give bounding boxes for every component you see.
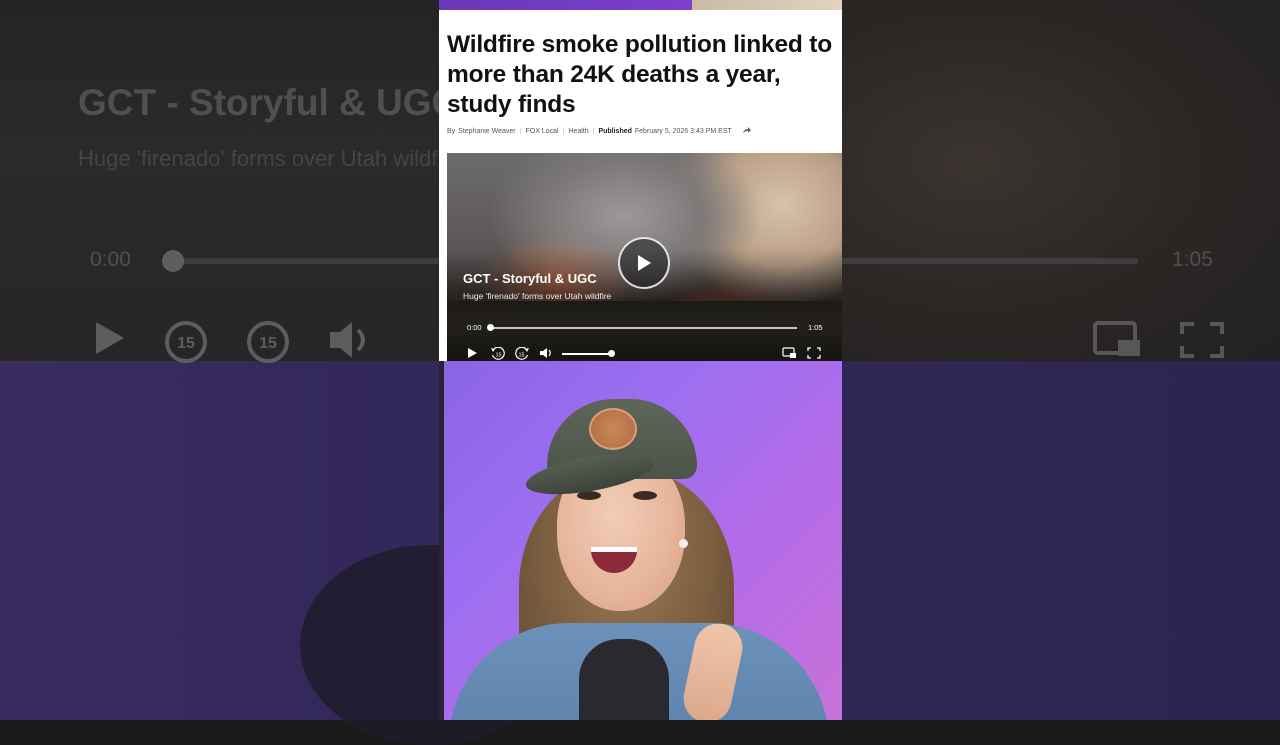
play-icon [638, 255, 651, 271]
presenter-earring [679, 539, 688, 548]
play-button[interactable] [618, 237, 670, 289]
background-ghost-time-duration: 1:05 [1172, 248, 1213, 271]
volume-slider-track[interactable] [562, 353, 612, 355]
fullscreen-icon [807, 347, 821, 359]
background-captions-icon [1093, 321, 1140, 356]
background-ghost-progress-knob [162, 250, 184, 272]
background-play-icon [96, 322, 124, 354]
play-icon [468, 348, 477, 358]
share-icon[interactable] [742, 126, 752, 136]
forward-15-icon: 15 [515, 347, 529, 360]
byline-published-label: Published [598, 127, 632, 135]
volume-icon [540, 348, 551, 358]
news-article: Wildfire smoke pollution linked to more … [439, 0, 842, 361]
captions-button[interactable] [782, 347, 797, 359]
background-blur-top-right [842, 0, 1280, 361]
presenter-shirt [579, 639, 669, 720]
presenter-left-edge [439, 361, 444, 720]
video-time-current: 0:00 [467, 323, 482, 332]
byline-by: By [447, 127, 456, 135]
forward-15-button[interactable]: 15 [514, 347, 530, 361]
rewind-15-label: 15 [495, 353, 501, 359]
byline-published-date: February 5, 2026 3:43 PM EST [634, 127, 732, 135]
control-play-button[interactable] [467, 347, 478, 359]
video-progress-bar[interactable] [491, 327, 797, 329]
short-video-frame[interactable]: Wildfire smoke pollution linked to more … [439, 0, 842, 720]
article-headline: Wildfire smoke pollution linked to more … [447, 31, 832, 118]
byline-outlet[interactable]: FOX Local [525, 128, 558, 135]
fullscreen-button[interactable] [807, 347, 821, 359]
video-progress-handle[interactable] [487, 324, 494, 331]
svg-text:15: 15 [177, 335, 195, 352]
background-fullscreen-icon [1180, 322, 1224, 358]
forward-15-label: 15 [518, 353, 524, 359]
presenter-camera [439, 361, 842, 720]
rewind-15-button[interactable]: 15 [490, 347, 506, 361]
video-subtitle: Huge 'firenado' forms over Utah wildfire [463, 291, 612, 301]
background-forward-15-icon: 15 [247, 321, 289, 363]
article-byline: By Stephanie Weaver | FOX Local | Health… [447, 126, 752, 136]
volume-button[interactable] [539, 347, 553, 359]
presenter-eye-right [633, 491, 657, 500]
rewind-15-icon: 15 [491, 347, 505, 360]
volume-slider-handle[interactable] [608, 350, 615, 357]
captions-icon [782, 347, 796, 358]
background-rewind-15-icon: 15 [165, 321, 207, 363]
byline-separator: | [519, 127, 522, 135]
background-ghost-controls: 15 15 [92, 318, 374, 366]
video-player[interactable]: GCT - Storyful & UGC Huge 'firenado' for… [447, 153, 842, 361]
video-title: GCT - Storyful & UGC [463, 271, 597, 286]
byline-separator: | [592, 127, 595, 135]
byline-separator: | [562, 127, 565, 135]
background-ghost-time-current: 0:00 [90, 248, 131, 271]
presenter-cap-patch-icon [589, 408, 637, 450]
svg-text:15: 15 [259, 335, 277, 352]
byline-author[interactable]: Stephanie Weaver [458, 128, 515, 135]
background-ghost-title: GCT - Storyful & UGC [78, 82, 459, 123]
background-volume-icon [330, 322, 365, 358]
top-bar-thumbnail [692, 0, 842, 10]
byline-category[interactable]: Health [568, 128, 588, 135]
background-ghost-subtitle: Huge 'firenado' forms over Utah wildfire [78, 146, 462, 171]
background-ghost-controls-right [1092, 320, 1226, 360]
video-time-duration: 1:05 [808, 323, 823, 332]
